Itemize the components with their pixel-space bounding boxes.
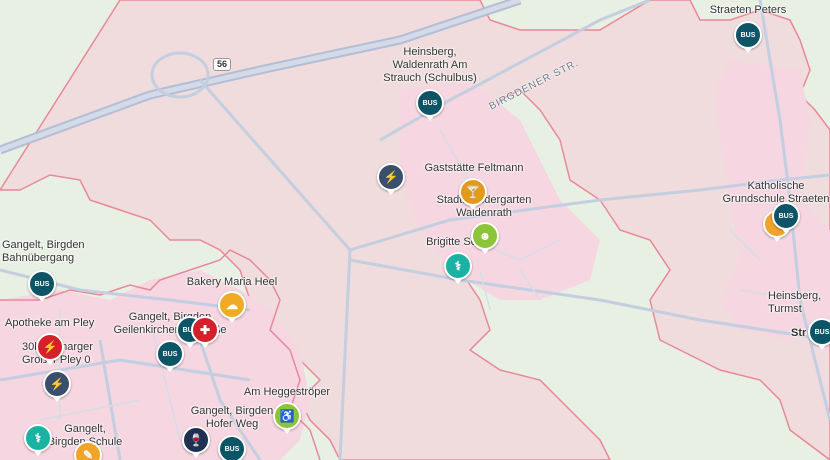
cocktail-icon: 🍸: [465, 185, 481, 199]
lightning-icon: ⚡: [49, 377, 65, 391]
charger-grosser-pley-marker[interactable]: ⚡: [36, 333, 64, 365]
bus-stop-hofer-weg-marker[interactable]: BUS: [218, 435, 246, 460]
highway-shield-56: 56: [213, 58, 232, 71]
label-str: Str: [791, 327, 807, 339]
bus-icon: BUS: [162, 350, 178, 358]
kindergarten-waldenrath-marker[interactable]: ☻: [471, 222, 499, 254]
bread-icon: ☁: [226, 298, 238, 312]
label-gaststaette-feltmann[interactable]: Gaststätte Feltmann: [424, 162, 523, 175]
label-straeten-peters[interactable]: Straeten Peters: [710, 4, 786, 17]
lightning-icon: ⚡: [383, 170, 399, 184]
wine-shop-hofer-marker[interactable]: 🍷: [182, 426, 210, 458]
bus-stop-pley-marker[interactable]: BUS: [156, 340, 184, 372]
label-apotheke-am-pley[interactable]: Apotheke am Pley: [5, 317, 94, 330]
label-heinsberg-waldenrath[interactable]: Heinsberg, Waldenrath Am Strauch (Schulbus…: [383, 46, 477, 85]
child-icon: ☻: [478, 229, 492, 243]
label-bakery-maria-heel[interactable]: Bakery Maria Heel: [187, 276, 277, 289]
stethoscope-icon: ⚕: [454, 259, 462, 273]
label-heinsberg-turmst[interactable]: Heinsberg, Turmst: [768, 290, 821, 316]
care-heggestroeper-marker[interactable]: ♿: [273, 402, 301, 434]
doctor-birgden-schule-marker[interactable]: ⚕: [24, 424, 52, 456]
charger-icon: ⚡: [42, 340, 58, 354]
bus-icon: BUS: [740, 31, 756, 39]
pharmacy-apotheke-marker[interactable]: ✚: [191, 316, 219, 348]
bus-icon: BUS: [778, 212, 794, 220]
label-birgden-bahnuebergang[interactable]: Gangelt, Birgden Bahnübergang: [2, 239, 85, 265]
bus-stop-turmst-marker[interactable]: BUS: [808, 318, 830, 350]
bus-icon: BUS: [34, 280, 50, 288]
bus-stop-bahnuebergang-marker[interactable]: BUS: [28, 270, 56, 302]
stethoscope-icon: ⚕: [34, 431, 42, 445]
bus-icon: BUS: [814, 328, 830, 336]
bus-stop-katholische-marker[interactable]: BUS: [772, 202, 800, 234]
pharmacy-icon: ✚: [199, 323, 211, 337]
label-am-heggestroeper[interactable]: Am Heggeströper: [244, 386, 330, 399]
map-canvas[interactable]: 56 BIRGDENER STR. Heinsberg, Waldenrath A…: [0, 0, 830, 460]
charging-station-west-marker[interactable]: ⚡: [43, 370, 71, 402]
doctor-brigitte-marker[interactable]: ⚕: [444, 252, 472, 284]
bus-stop-straeten-peters-marker[interactable]: BUS: [734, 21, 762, 53]
bus-stop-waldenrath-marker[interactable]: BUS: [416, 89, 444, 121]
bus-icon: BUS: [224, 445, 240, 453]
label-katholische-grundschule[interactable]: Katholische Grundschule Straeten: [722, 180, 829, 206]
pub-gaststaette-marker[interactable]: 🍸: [459, 178, 487, 210]
bakery-maria-heel-marker[interactable]: ☁: [218, 291, 246, 323]
charging-station-north-marker[interactable]: ⚡: [377, 163, 405, 195]
wine-icon: 🍷: [188, 433, 204, 447]
bus-icon: BUS: [422, 99, 438, 107]
school-icon: ✎: [82, 448, 94, 460]
wheelchair-icon: ♿: [279, 409, 295, 423]
